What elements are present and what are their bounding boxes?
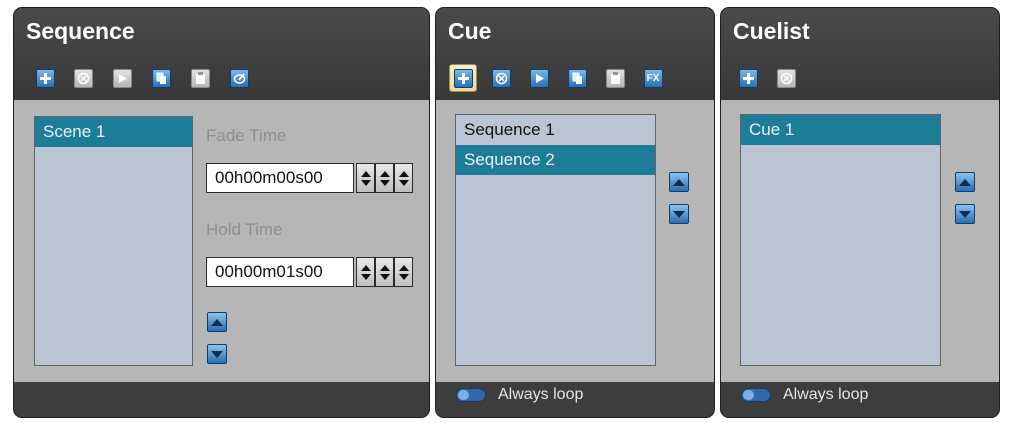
sequence-play-button[interactable] <box>108 64 136 92</box>
fade-time-spinner <box>356 163 414 193</box>
sequence-title: Sequence <box>26 18 135 44</box>
scene-list[interactable]: Scene 1 <box>34 116 193 366</box>
list-item[interactable]: Sequence 1 <box>456 115 655 145</box>
cue-add-button[interactable] <box>449 64 477 92</box>
hours-spin-button[interactable] <box>356 163 375 193</box>
toggle-icon <box>741 388 771 402</box>
cuelist-header: Cuelist <box>721 8 999 100</box>
play-icon <box>529 68 549 88</box>
fade-time-input[interactable]: 00h00m00s00 <box>206 163 354 193</box>
fade-time-control: 00h00m00s00 <box>206 163 414 193</box>
cuelist-always-loop-toggle[interactable]: Always loop <box>741 386 868 404</box>
cue-always-loop-label: Always loop <box>498 386 584 403</box>
sequence-body: Scene 1 Fade Time 00h00m00s00 Hold Time … <box>14 100 429 382</box>
minutes-spin-button[interactable] <box>375 257 394 287</box>
paste-icon <box>190 68 210 88</box>
move-up-button[interactable] <box>669 172 689 192</box>
hold-time-control: 00h00m01s00 <box>206 257 414 287</box>
list-item[interactable]: Sequence 2 <box>456 145 655 175</box>
sequence-header: Sequence <box>14 8 429 100</box>
cuelist-always-loop-label: Always loop <box>783 386 869 403</box>
fx-icon-label: FX <box>646 72 660 84</box>
cue-fx-button[interactable]: FX <box>639 64 667 92</box>
move-up-button[interactable] <box>955 172 975 192</box>
move-down-button[interactable] <box>955 204 975 224</box>
sequence-copy-button[interactable] <box>147 64 175 92</box>
cue-title: Cue <box>448 18 492 44</box>
cue-list[interactable]: Cue 1 <box>740 114 941 366</box>
list-item[interactable]: Scene 1 <box>35 117 192 147</box>
seconds-spin-button[interactable] <box>394 163 413 193</box>
move-up-button[interactable] <box>207 312 227 332</box>
sequence-footer <box>14 382 429 417</box>
arrow-up-icon <box>211 318 223 326</box>
sequence-remove-button[interactable] <box>69 64 97 92</box>
copy-icon <box>151 68 171 88</box>
remove-icon <box>776 68 796 88</box>
arrow-down-icon <box>211 350 223 358</box>
remove-icon <box>491 68 511 88</box>
sequence-edit-button[interactable] <box>225 64 253 92</box>
cuelist-title: Cuelist <box>733 18 810 44</box>
move-down-button[interactable] <box>207 344 227 364</box>
minutes-spin-button[interactable] <box>375 163 394 193</box>
cue-always-loop-toggle[interactable]: Always loop <box>456 386 583 404</box>
cue-header: Cue FX <box>436 8 714 100</box>
copy-icon <box>567 68 587 88</box>
cue-play-button[interactable] <box>525 64 553 92</box>
play-icon <box>112 68 132 88</box>
cue-remove-button[interactable] <box>487 64 515 92</box>
cue-panel: Cue FX Sequence 1 Sequence 2 Always loop <box>435 7 715 418</box>
edit-icon <box>229 68 249 88</box>
fx-icon: FX <box>643 68 663 88</box>
toggle-icon <box>456 388 486 402</box>
sequence-paste-button[interactable] <box>186 64 214 92</box>
hold-time-spinner <box>356 257 414 287</box>
sequence-list[interactable]: Sequence 1 Sequence 2 <box>455 114 656 366</box>
sequence-panel: Sequence Scene 1 Fade Time 00h00m00s00 H… <box>13 7 430 418</box>
arrow-up-icon <box>673 178 685 186</box>
move-down-button[interactable] <box>669 204 689 224</box>
paste-icon <box>605 68 625 88</box>
remove-icon <box>73 68 93 88</box>
hours-spin-button[interactable] <box>356 257 375 287</box>
cuelist-panel: Cuelist Cue 1 Always loop <box>720 7 1000 418</box>
hold-time-input[interactable]: 00h00m01s00 <box>206 257 354 287</box>
hold-time-label: Hold Time <box>206 220 283 239</box>
cuelist-add-button[interactable] <box>734 64 762 92</box>
cue-copy-button[interactable] <box>563 64 591 92</box>
cuelist-body: Cue 1 <box>721 100 999 382</box>
sequence-add-button[interactable] <box>31 64 59 92</box>
cue-paste-button[interactable] <box>601 64 629 92</box>
arrow-down-icon <box>673 210 685 218</box>
arrow-down-icon <box>959 210 971 218</box>
add-icon <box>35 68 55 88</box>
add-icon <box>738 68 758 88</box>
list-item[interactable]: Cue 1 <box>741 115 940 145</box>
seconds-spin-button[interactable] <box>394 257 413 287</box>
cue-body: Sequence 1 Sequence 2 <box>436 100 714 382</box>
cuelist-remove-button[interactable] <box>772 64 800 92</box>
fade-time-label: Fade Time <box>206 126 287 145</box>
arrow-up-icon <box>959 178 971 186</box>
add-icon <box>453 68 473 88</box>
